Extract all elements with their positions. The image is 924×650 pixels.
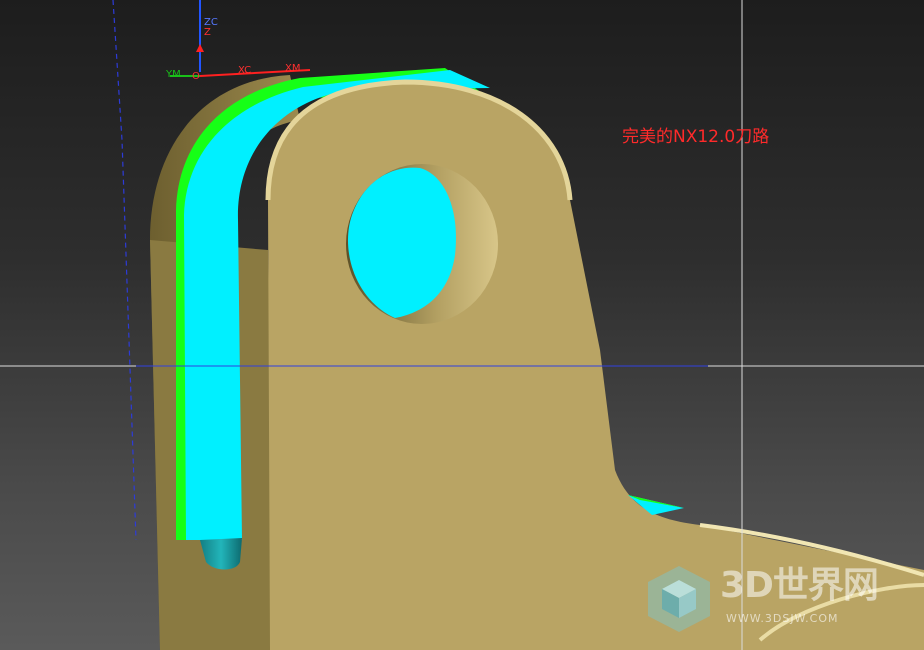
csys-z-arrow <box>196 44 204 52</box>
watermark-text: 3D世界网 <box>720 565 879 606</box>
watermark-url: WWW.3DSJW.COM <box>726 612 839 625</box>
csys-z-label: Z <box>204 27 211 38</box>
model-view[interactable] <box>0 0 924 650</box>
annotation-caption: 完美的NX12.0刀路 <box>622 127 770 147</box>
graphics-viewport[interactable]: ZC Z XC XM YM O 完美的NX12.0刀路 3D世界网 WWW.3D… <box>0 0 924 650</box>
csys-ym-label: YM <box>166 69 181 80</box>
work-plane-boundary <box>112 0 137 541</box>
watermark: 3D世界网 WWW.3DSJW.COM <box>640 560 920 640</box>
csys-origin-label: O <box>192 71 200 82</box>
csys-xc-label: XC <box>238 65 252 76</box>
csys-xm-label: XM <box>285 63 301 74</box>
watermark-cube-icon <box>648 566 710 632</box>
